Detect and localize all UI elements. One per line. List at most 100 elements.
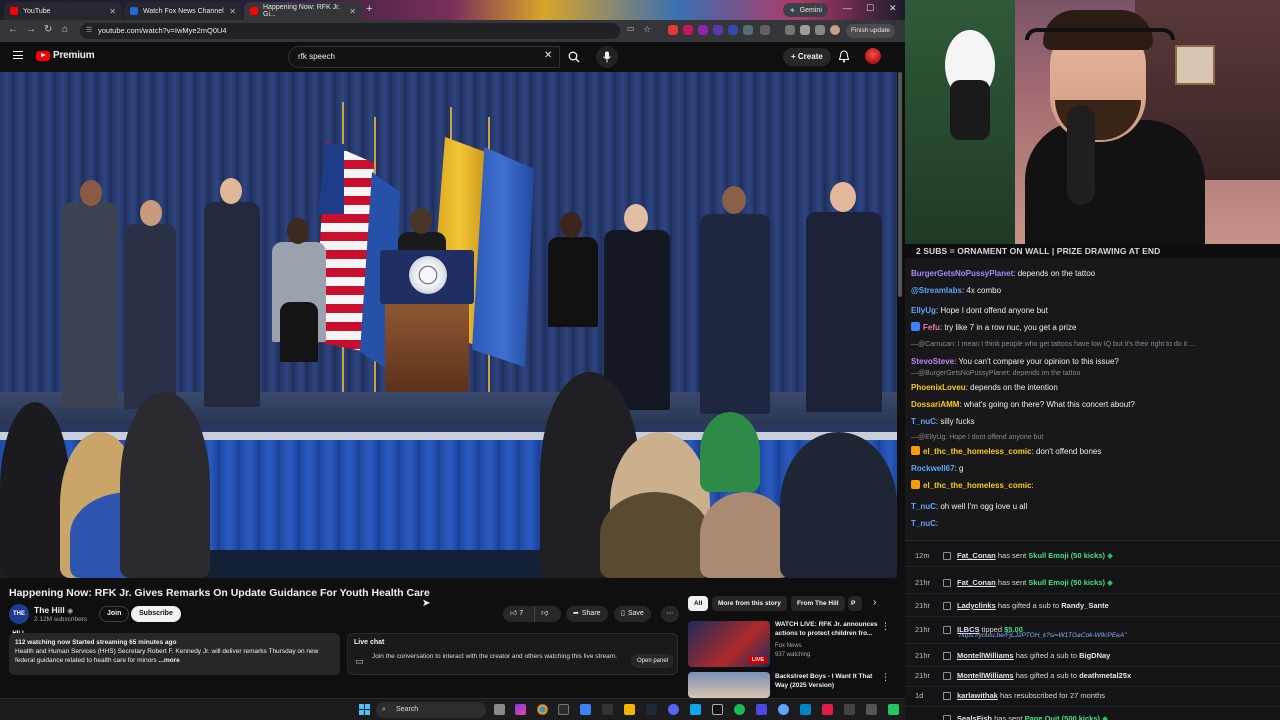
- task-view-icon[interactable]: [494, 704, 505, 715]
- download-icon[interactable]: [800, 25, 810, 35]
- profile-avatar[interactable]: [830, 25, 840, 35]
- app-icon[interactable]: [558, 704, 569, 715]
- spotify-icon[interactable]: [734, 704, 745, 715]
- forward-icon[interactable]: →: [26, 24, 36, 35]
- tab-youtube[interactable]: YouTube ✕: [4, 2, 122, 20]
- search-input[interactable]: rfk speech: [288, 46, 560, 68]
- event-recipient[interactable]: Randy_Sante: [1061, 601, 1109, 610]
- menu-icon[interactable]: [815, 25, 825, 35]
- event-recipient[interactable]: deathmetal25x: [1079, 671, 1131, 680]
- extension-icon[interactable]: [668, 25, 678, 35]
- event-username[interactable]: Fat_Conan: [957, 551, 996, 560]
- chat-username[interactable]: EllyUg: [911, 306, 936, 315]
- account-avatar[interactable]: [865, 48, 881, 64]
- discord-icon[interactable]: [668, 704, 679, 715]
- menu-icon[interactable]: [13, 51, 23, 59]
- chat-username[interactable]: PhoenixLoveu: [911, 383, 966, 392]
- chat-username[interactable]: Fefu: [923, 323, 940, 332]
- app-icon[interactable]: [602, 704, 613, 715]
- url-field[interactable]: ☰ youtube.com/watch?v=IwMye2mQ0U4: [80, 23, 620, 39]
- app-icon[interactable]: [800, 704, 811, 715]
- file-explorer-icon[interactable]: [624, 704, 635, 715]
- page-scrollbar[interactable]: [898, 72, 902, 297]
- chat-username[interactable]: @Streamlabs: [911, 286, 962, 295]
- extensions-puzzle-icon[interactable]: [760, 25, 770, 35]
- event-username[interactable]: SealsFish: [957, 714, 992, 720]
- open-panel-button[interactable]: Open panel: [631, 654, 675, 668]
- chevron-right-icon[interactable]: ›: [873, 597, 876, 608]
- chip-more-from-story[interactable]: More from this story: [712, 596, 787, 611]
- app-icon[interactable]: [866, 704, 877, 715]
- clear-search-icon[interactable]: ✕: [544, 50, 552, 61]
- app-icon[interactable]: [844, 704, 855, 715]
- chat-username[interactable]: T_nuC: [911, 519, 936, 528]
- close-icon[interactable]: ✕: [349, 7, 356, 16]
- chat-username[interactable]: DossariAMM: [911, 400, 959, 409]
- event-username[interactable]: Fat_Conan: [957, 578, 996, 587]
- event-username[interactable]: Ladyclinks: [957, 601, 996, 610]
- like-button[interactable]: 👍︎ 7: [510, 606, 523, 622]
- maximize-icon[interactable]: ☐: [866, 3, 874, 14]
- windows-start-icon[interactable]: [359, 704, 370, 715]
- chat-username[interactable]: StevoSteve: [911, 357, 954, 366]
- close-window-icon[interactable]: ✕: [889, 3, 897, 14]
- event-username[interactable]: MontellWilliams: [957, 651, 1014, 660]
- site-info-icon[interactable]: ☰: [86, 23, 92, 39]
- chrome-icon[interactable]: [537, 704, 548, 715]
- gemini-button[interactable]: ✦ Gemini: [783, 3, 828, 17]
- more-actions-button[interactable]: ⋯: [661, 606, 679, 622]
- back-icon[interactable]: ←: [8, 24, 18, 35]
- chip-partial[interactable]: P: [848, 596, 862, 611]
- taskbar-search[interactable]: ⌕ Search: [376, 702, 486, 718]
- app-icon[interactable]: [756, 704, 767, 715]
- recommendation-thumbnail[interactable]: LIVE: [688, 621, 770, 667]
- create-button[interactable]: + Create: [783, 48, 831, 66]
- description-box[interactable]: 112 watching now Started streaming 65 mi…: [9, 633, 340, 675]
- chat-username[interactable]: Rockwell67: [911, 464, 955, 473]
- app-icon[interactable]: [778, 704, 789, 715]
- more-link[interactable]: ...more: [158, 657, 179, 664]
- subscribe-button[interactable]: Subscribe: [131, 606, 181, 622]
- reload-icon[interactable]: ↻: [44, 24, 52, 35]
- channel-avatar[interactable]: THE HILL: [9, 604, 29, 637]
- chat-username[interactable]: el_thc_the_homeless_comic: [923, 481, 1032, 490]
- recommendation-title[interactable]: Backstreet Boys - I Want It That Way (20…: [775, 673, 879, 690]
- event-recipient[interactable]: BigDNay: [1079, 651, 1110, 660]
- chip-all[interactable]: All: [688, 596, 709, 611]
- finish-update-button[interactable]: Finish update: [846, 24, 896, 38]
- home-icon[interactable]: ⌂: [62, 24, 68, 35]
- extension-icon[interactable]: [698, 25, 708, 35]
- channel-name[interactable]: The Hill ◉: [34, 605, 73, 615]
- chat-username[interactable]: T_nuC: [911, 502, 936, 511]
- chat-username[interactable]: el_thc_the_homeless_comic: [923, 447, 1032, 456]
- cast-icon[interactable]: ▭: [627, 24, 635, 33]
- notifications-bell-icon[interactable]: [838, 50, 850, 63]
- copilot-icon[interactable]: [515, 704, 526, 715]
- extension-icon[interactable]: [743, 25, 753, 35]
- obs-icon[interactable]: [712, 704, 723, 715]
- tab-rfk-video[interactable]: Happening Now: RFK Jr. Gi... ✕: [244, 2, 362, 20]
- recommendation-channel[interactable]: Fox News: [775, 642, 802, 650]
- bookmark-star-icon[interactable]: ☆: [643, 24, 651, 35]
- close-icon[interactable]: ✕: [109, 7, 116, 16]
- event-username[interactable]: karlawithak: [957, 691, 998, 700]
- chip-from-the-hill[interactable]: From The Hill: [791, 596, 845, 611]
- app-icon[interactable]: [690, 704, 701, 715]
- search-button[interactable]: [562, 46, 586, 68]
- recommendation-thumbnail[interactable]: [688, 672, 770, 698]
- video-player[interactable]: [0, 72, 897, 578]
- new-tab-button[interactable]: +: [366, 3, 372, 15]
- extension-icon[interactable]: [683, 25, 693, 35]
- join-button[interactable]: Join: [99, 606, 130, 622]
- extension-icon[interactable]: [728, 25, 738, 35]
- app-icon[interactable]: [822, 704, 833, 715]
- tab-fox-news[interactable]: Watch Fox News Channel ✕: [124, 2, 242, 20]
- youtube-logo[interactable]: Premium: [36, 50, 95, 61]
- save-button[interactable]: ▯ Save: [614, 606, 651, 622]
- sidebar-icon[interactable]: [785, 25, 795, 35]
- chat-username[interactable]: BurgerGetsNoPussyPlanet: [911, 269, 1013, 278]
- steam-icon[interactable]: [646, 704, 657, 715]
- more-vert-icon[interactable]: ⋮: [881, 672, 890, 683]
- share-button[interactable]: ➦ Share: [566, 606, 608, 622]
- event-username[interactable]: MontellWilliams: [957, 671, 1014, 680]
